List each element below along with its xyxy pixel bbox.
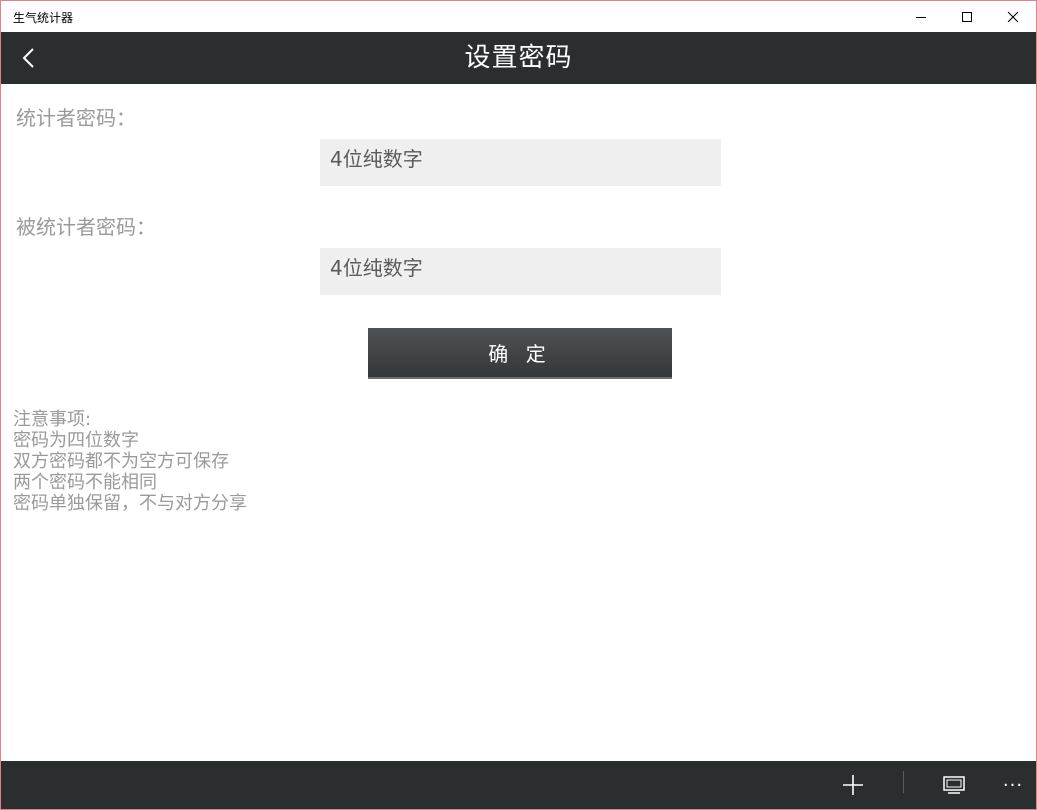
notes-section: 注意事项: 密码为四位数字 双方密码都不为空方可保存 两个密码不能相同 密码单独… <box>13 409 247 514</box>
note-item: 密码单独保留，不与对方分享 <box>13 493 247 514</box>
maximize-icon <box>962 11 972 22</box>
appbar-divider <box>903 771 904 793</box>
maximize-button[interactable] <box>944 1 990 32</box>
back-button[interactable] <box>11 40 47 76</box>
note-item: 密码为四位数字 <box>13 430 139 451</box>
counter-password-input[interactable] <box>320 139 721 186</box>
bottom-app-bar: ··· <box>1 761 1036 809</box>
counted-password-label: 被统计者密码： <box>16 215 156 239</box>
page-header: 设置密码 <box>1 32 1036 84</box>
app-window: 生气统计器 设置密码 统计者密码： 被统计者密码： 确 定 注意事项: 密码为四… <box>0 0 1037 810</box>
more-button[interactable]: ··· <box>989 761 1037 809</box>
add-button[interactable] <box>829 761 877 809</box>
plus-icon <box>843 775 863 795</box>
close-button[interactable] <box>990 1 1036 32</box>
screen-icon <box>943 776 965 794</box>
note-item: 两个密码不能相同 <box>13 472 157 493</box>
app-title: 生气统计器 <box>13 11 74 25</box>
page-title: 设置密码 <box>464 43 573 73</box>
notes-heading: 注意事项: <box>13 409 92 430</box>
note-item: 双方密码都不为空方可保存 <box>13 451 229 472</box>
close-icon <box>1007 11 1019 22</box>
minimize-icon <box>916 16 926 18</box>
screen-button[interactable] <box>930 761 978 809</box>
counted-password-input[interactable] <box>320 248 721 295</box>
chevron-left-icon <box>22 48 34 68</box>
counter-password-label: 统计者密码： <box>16 106 136 130</box>
title-bar: 生气统计器 <box>1 1 1036 32</box>
confirm-button[interactable]: 确 定 <box>368 328 672 379</box>
minimize-button[interactable] <box>898 1 944 32</box>
